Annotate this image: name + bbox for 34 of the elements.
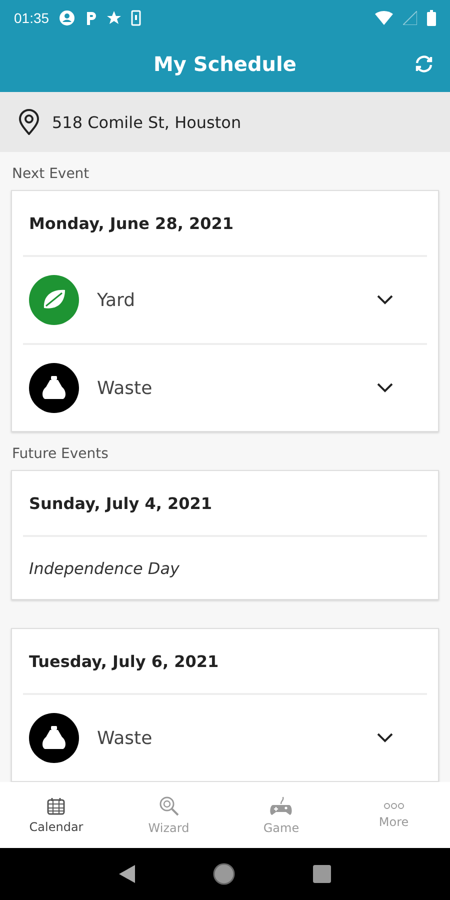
status-time: 01:35 [14,10,50,26]
service-label: Waste [97,728,154,748]
service-label: Yard [97,290,136,310]
chevron-down-icon [377,733,393,743]
address-text: 518 Comile St, Houston [52,112,242,132]
signal-icon [403,11,417,25]
section-label: Future Events [11,445,110,464]
more-icon [382,801,405,811]
back-icon[interactable] [119,865,135,883]
nav-tab[interactable]: Calendar [0,782,112,848]
calendar-icon [46,796,66,816]
section-label: Next Event [11,165,90,184]
gamepad-icon [269,795,294,817]
parking-icon [85,10,98,26]
chevron-down-icon [377,383,393,393]
holiday-label: Independence Day [29,558,180,578]
screen-title: My Schedule [154,52,296,76]
nav-tab[interactable]: More [338,782,450,848]
phone-icon [131,10,142,26]
refresh-icon [413,53,435,75]
chevron-down-icon [377,295,393,305]
nav-tab[interactable]: Game [225,782,338,848]
location-pin-icon [18,109,40,135]
home-icon[interactable] [213,863,235,885]
account-icon [59,10,76,26]
search-icon [158,795,180,817]
star-icon [107,11,122,25]
battery-icon [427,10,436,26]
event-date: Sunday, July 4, 2021 [29,494,212,512]
event-date: Monday, June 28, 2021 [29,214,234,232]
service-label: Waste [97,378,154,398]
nav-tab[interactable]: Wizard [112,782,225,848]
wifi-icon [375,11,393,25]
event-date: Tuesday, July 6, 2021 [29,652,219,670]
